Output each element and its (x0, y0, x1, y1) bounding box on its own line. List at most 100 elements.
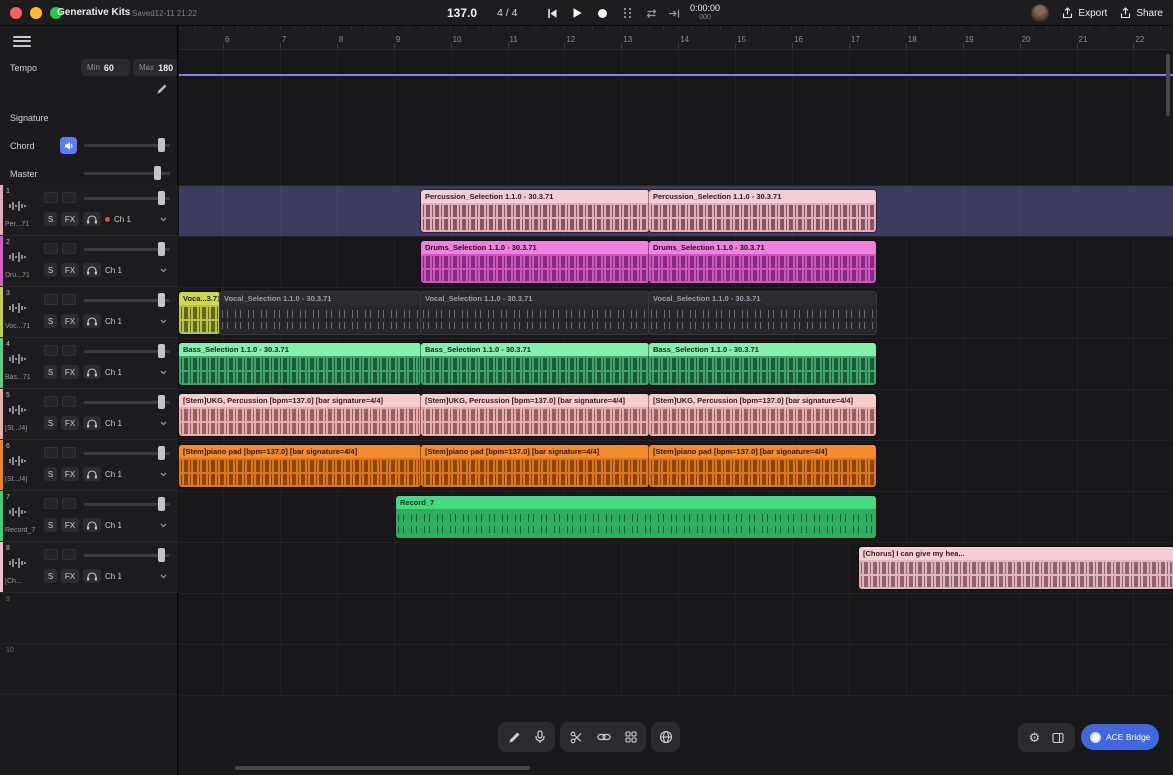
slider-handle[interactable] (158, 548, 165, 562)
channel-dropdown[interactable]: Ch 1 (105, 416, 171, 430)
track-volume-slider[interactable] (84, 497, 170, 511)
slider-handle[interactable] (158, 446, 165, 460)
knob-box[interactable] (62, 243, 76, 254)
ruler[interactable]: 678910111213141516171819202122 (179, 26, 1173, 50)
solo-button[interactable]: S (44, 569, 57, 583)
knob-box[interactable] (62, 396, 76, 407)
audio-clip[interactable]: [Stem]UKG, Percussion [bpm=137.0] [bar s… (179, 394, 421, 436)
solo-button[interactable]: S (44, 212, 57, 226)
knob-box[interactable] (62, 447, 76, 458)
audio-clip[interactable]: [Chorus] I can give my hea... (859, 547, 1173, 589)
solo-button[interactable]: S (44, 467, 57, 481)
time-signature-display[interactable]: 4 / 4 (497, 7, 517, 19)
fx-button[interactable]: FX (61, 467, 79, 481)
channel-dropdown[interactable]: Ch 1 (105, 518, 171, 532)
fx-button[interactable]: FX (61, 263, 79, 277)
fx-button[interactable]: FX (61, 569, 79, 583)
track-header[interactable]: 6[St.../4]SFXCh 1 (0, 440, 178, 491)
knob-box[interactable] (44, 447, 58, 458)
knob-box[interactable] (44, 549, 58, 560)
link-tool-button[interactable] (597, 733, 611, 741)
audio-clip[interactable]: [Stem]UKG, Percussion [bpm=137.0] [bar s… (649, 394, 876, 436)
audio-clip[interactable]: Drums_Selection 1.1.0 - 30.3.71 (421, 241, 649, 283)
pencil-tool-button[interactable] (508, 731, 521, 744)
knob-box[interactable] (44, 192, 58, 203)
audio-clip[interactable]: Vocal_Selection 1.1.0 - 30.3.71 (220, 292, 421, 334)
panel-toggle-button[interactable] (1052, 732, 1064, 744)
scissors-tool-button[interactable] (570, 731, 583, 744)
channel-dropdown[interactable]: Ch 1 (105, 314, 171, 328)
headphone-button[interactable] (83, 518, 101, 532)
audio-clip[interactable]: Voca...3.71 (179, 292, 220, 334)
headphone-button[interactable] (83, 416, 101, 430)
settings-button[interactable]: ⚙ (1029, 731, 1041, 744)
knob-box[interactable] (62, 192, 76, 203)
knob-box[interactable] (44, 294, 58, 305)
slider-handle[interactable] (158, 191, 165, 205)
fx-button[interactable]: FX (61, 518, 79, 532)
audio-clip[interactable]: Vocal_Selection 1.1.0 - 30.3.71 (421, 292, 649, 334)
knob-box[interactable] (44, 345, 58, 356)
track-header[interactable]: 7Record_7SFXCh 1 (0, 491, 178, 542)
slider-handle[interactable] (158, 293, 165, 307)
empty-track-slot[interactable]: 10 (0, 644, 178, 695)
track-header[interactable]: 8[Ch...SFXCh 1 (0, 542, 178, 593)
solo-button[interactable]: S (44, 365, 57, 379)
knob-box[interactable] (62, 549, 76, 560)
fx-button[interactable]: FX (61, 212, 79, 226)
record-button[interactable] (595, 6, 609, 20)
fx-button[interactable]: FX (61, 416, 79, 430)
close-button[interactable] (10, 7, 22, 19)
headphone-button[interactable] (83, 212, 101, 226)
track-header[interactable]: 2Dru...71SFXCh 1 (0, 236, 178, 287)
track-header[interactable]: 4Bas...71SFXCh 1 (0, 338, 178, 389)
knob-box[interactable] (44, 498, 58, 509)
track-volume-slider[interactable] (84, 395, 170, 409)
track-header[interactable]: 1Per...71SFXCh 1 (0, 185, 178, 236)
solo-button[interactable]: S (44, 518, 57, 532)
track-volume-slider[interactable] (84, 242, 170, 256)
audio-clip[interactable]: [Stem]piano pad [bpm=137.0] [bar signatu… (649, 445, 876, 487)
knob-box[interactable] (44, 243, 58, 254)
channel-dropdown[interactable]: Ch 1 (105, 467, 171, 481)
track-volume-slider[interactable] (84, 293, 170, 307)
slider-handle[interactable] (158, 242, 165, 256)
slider-handle[interactable] (158, 395, 165, 409)
slider-handle[interactable] (158, 497, 165, 511)
empty-track-slot[interactable]: 9 (0, 593, 178, 644)
solo-button[interactable]: S (44, 416, 57, 430)
headphone-button[interactable] (83, 314, 101, 328)
tempo-display[interactable]: 137.0 (447, 6, 477, 20)
track-header[interactable]: 5[St.../4]SFXCh 1 (0, 389, 178, 440)
headphone-button[interactable] (83, 467, 101, 481)
headphone-button[interactable] (83, 569, 101, 583)
headphone-button[interactable] (83, 263, 101, 277)
audio-clip[interactable]: Percussion_Selection 1.1.0 - 30.3.71 (421, 190, 649, 232)
channel-dropdown[interactable]: Ch 1 (105, 263, 171, 277)
slider-handle[interactable] (158, 344, 165, 358)
loop-icon[interactable] (644, 6, 658, 20)
audio-clip[interactable]: Drums_Selection 1.1.0 - 30.3.71 (649, 241, 876, 283)
audio-clip[interactable]: Vocal_Selection 1.1.0 - 30.3.71 (649, 292, 876, 334)
track-volume-slider[interactable] (84, 344, 170, 358)
track-volume-slider[interactable] (84, 191, 170, 205)
dots-grid-icon[interactable] (620, 6, 634, 20)
audio-clip[interactable]: Bass_Selection 1.1.0 - 30.3.71 (421, 343, 649, 385)
channel-dropdown[interactable]: Ch 1 (105, 212, 171, 226)
headphone-button[interactable] (83, 365, 101, 379)
share-button[interactable]: Share (1120, 7, 1163, 19)
ace-bridge-button[interactable]: ACE Bridge (1081, 724, 1159, 750)
audio-clip[interactable]: Percussion_Selection 1.1.0 - 30.3.71 (649, 190, 876, 232)
minimize-button[interactable] (30, 7, 42, 19)
audio-clip[interactable]: [Stem]UKG, Percussion [bpm=137.0] [bar s… (421, 394, 649, 436)
fx-button[interactable]: FX (61, 365, 79, 379)
timeline[interactable]: Percussion_Selection 1.1.0 - 30.3.71Perc… (179, 26, 1173, 775)
skip-to-start-button[interactable] (545, 6, 559, 20)
track-header[interactable]: 3Voc...71SFXCh 1 (0, 287, 178, 338)
channel-dropdown[interactable]: Ch 1 (105, 365, 171, 379)
export-button[interactable]: Export (1062, 7, 1107, 19)
knob-box[interactable] (62, 498, 76, 509)
follow-playhead-icon[interactable] (667, 6, 681, 20)
channel-dropdown[interactable]: Ch 1 (105, 569, 171, 583)
knob-box[interactable] (62, 345, 76, 356)
